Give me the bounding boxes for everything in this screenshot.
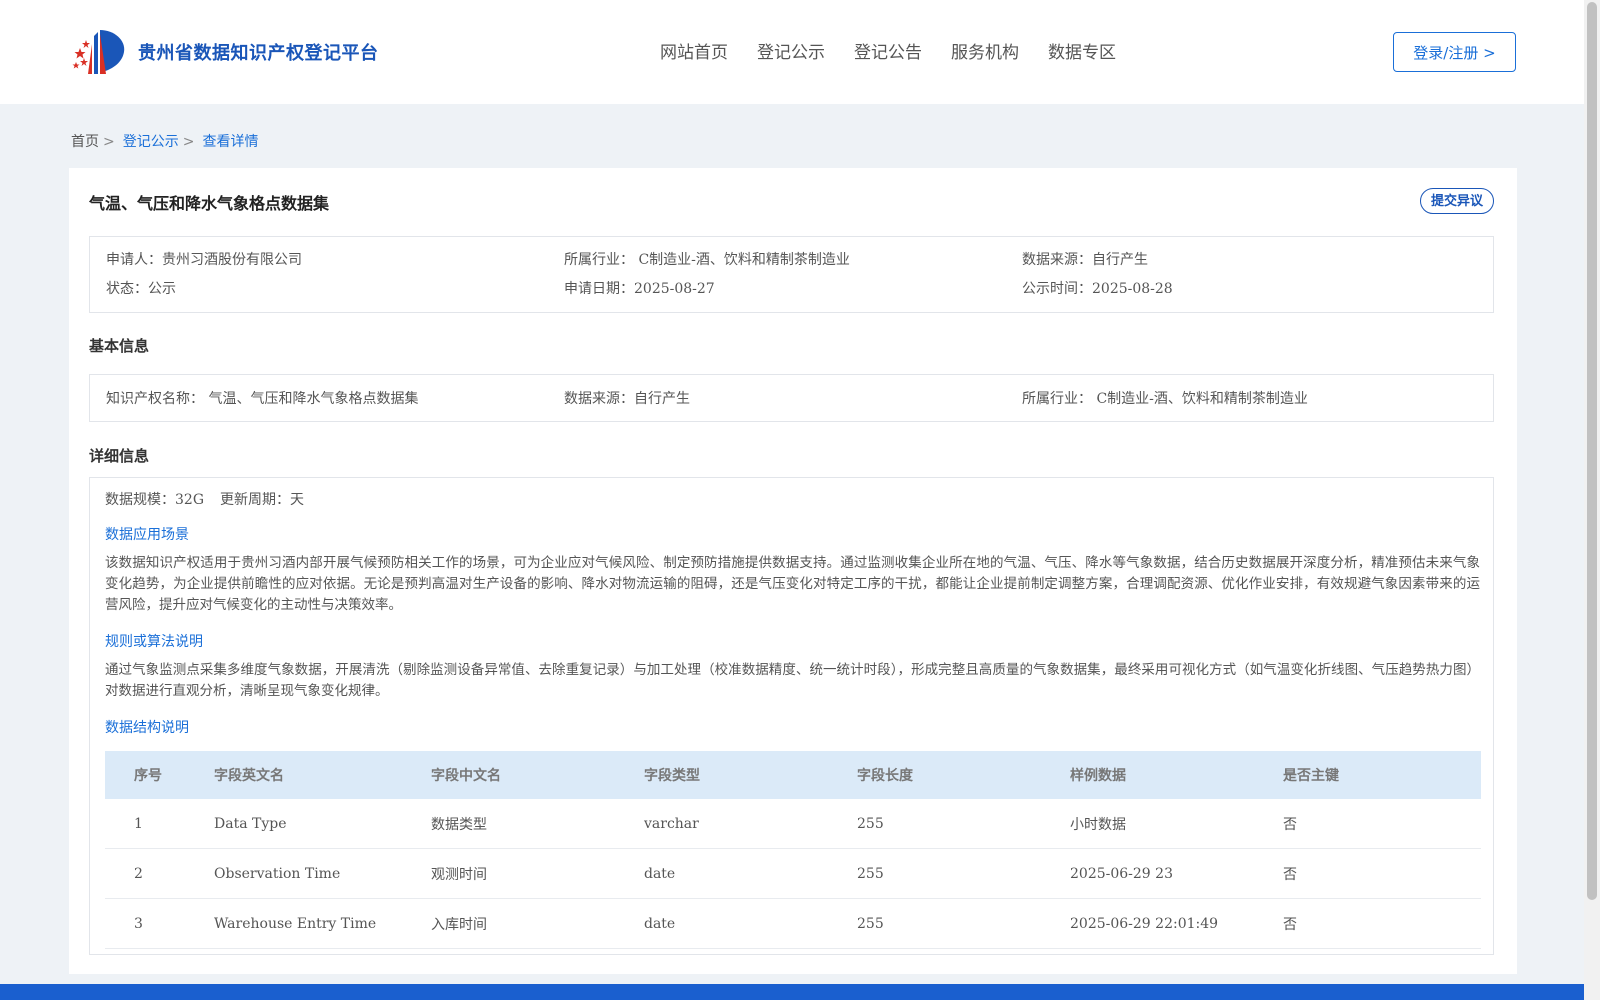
algorithm-text: 通过气象监测点采集多维度气象数据，开展清洗（剔除监测设备异常值、去除重复记录）与… <box>105 662 1480 699</box>
column-header-field-length: 字段长度 <box>856 751 1069 799</box>
page-scrollbar[interactable] <box>1584 0 1600 1000</box>
basic-industry-field: 所属行业： C制造业-酒、饮料和精制茶制造业 <box>1022 391 1308 407</box>
cell-sample-data: 小时数据 <box>1069 799 1282 849</box>
column-header-sample-data: 样例数据 <box>1069 751 1282 799</box>
ip-name-field: 知识产权名称： 气温、气压和降水气象格点数据集 <box>106 391 419 407</box>
column-header-field-type: 字段类型 <box>643 751 856 799</box>
data-structure-heading: 数据结构说明 <box>105 720 189 736</box>
cell-chinese-name: 观测时间 <box>430 848 643 899</box>
site-name: 贵州省数据知识产权登记平台 <box>138 43 379 64</box>
breadcrumb: 首页 > 登记公示 > 查看详情 <box>71 131 258 151</box>
cell-index: 3 <box>105 898 213 949</box>
cell-english-name: Warehouse Entry Time <box>213 898 430 949</box>
cell-primary-key: 否 <box>1282 898 1481 949</box>
cell-field-length: 255 <box>856 848 1069 899</box>
cell-primary-key: 否 <box>1282 848 1481 899</box>
nav-item-registration-publicity[interactable]: 登记公示 <box>757 38 825 63</box>
nav-item-service-agencies[interactable]: 服务机构 <box>951 38 1019 63</box>
data-structure-table: 序号 字段英文名 字段中文名 字段类型 字段长度 样例数据 是否主键 1 Dat… <box>105 751 1481 949</box>
cell-field-length: 255 <box>856 799 1069 849</box>
summary-box: 申请人：贵州习酒股份有限公司 所属行业： C制造业-酒、饮料和精制茶制造业 数据… <box>89 236 1494 313</box>
update-cycle-field: 更新周期：天 <box>220 492 304 508</box>
column-header-chinese-name: 字段中文名 <box>430 751 643 799</box>
table-header-row: 序号 字段英文名 字段中文名 字段类型 字段长度 样例数据 是否主键 <box>105 751 1481 799</box>
application-scene-heading: 数据应用场景 <box>105 527 189 543</box>
table-row: 3 Warehouse Entry Time 入库时间 date 255 202… <box>105 898 1481 949</box>
basic-info-box: 知识产权名称： 气温、气压和降水气象格点数据集 数据来源：自行产生 所属行业： … <box>89 374 1494 422</box>
column-header-index: 序号 <box>105 751 213 799</box>
breadcrumb-separator: > <box>182 134 195 150</box>
cell-english-name: Data Type <box>213 799 430 849</box>
scrollbar-thumb[interactable] <box>1587 2 1597 900</box>
status-field: 状态：公示 <box>106 281 176 297</box>
site-footer <box>0 984 1584 1000</box>
submit-objection-button[interactable]: 提交异议 <box>1420 188 1494 214</box>
apply-date-field: 申请日期：2025-08-27 <box>564 281 715 297</box>
detail-info-heading: 详细信息 <box>89 447 150 465</box>
algorithm-heading: 规则或算法说明 <box>105 634 203 650</box>
table-row: 1 Data Type 数据类型 varchar 255 小时数据 否 <box>105 799 1481 849</box>
login-register-button[interactable]: 登录/注册 > <box>1393 32 1516 72</box>
industry-field: 所属行业： C制造业-酒、饮料和精制茶制造业 <box>564 252 850 268</box>
site-header: 贵州省数据知识产权登记平台 网站首页 登记公示 登记公告 服务机构 数据专区 登… <box>0 0 1584 104</box>
breadcrumb-separator: > <box>103 134 115 150</box>
column-header-english-name: 字段英文名 <box>213 751 430 799</box>
basic-info-heading: 基本信息 <box>89 337 150 355</box>
breadcrumb-view-details: 查看详情 <box>202 134 259 150</box>
detail-info-box: 数据规模：32G 更新周期：天 数据应用场景 该数据知识产权适用于贵州习酒内部开… <box>89 477 1494 955</box>
nav-item-home[interactable]: 网站首页 <box>660 38 728 63</box>
detail-card: 气温、气压和降水气象格点数据集 提交异议 申请人：贵州习酒股份有限公司 所属行业… <box>69 168 1517 974</box>
logo-emblem-icon <box>72 30 125 74</box>
applicant-field: 申请人：贵州习酒股份有限公司 <box>106 252 302 268</box>
main-nav: 网站首页 登记公示 登记公告 服务机构 数据专区 <box>660 38 1145 63</box>
nav-item-registration-announcement[interactable]: 登记公告 <box>854 38 922 63</box>
breadcrumb-registration-publicity[interactable]: 登记公示 <box>123 134 179 150</box>
site-logo[interactable]: 贵州省数据知识产权登记平台 <box>70 26 379 78</box>
application-scene-text: 该数据知识产权适用于贵州习酒内部开展气候预防相关工作的场景，可为企业应对气候风险… <box>105 555 1480 613</box>
column-header-primary-key: 是否主键 <box>1282 751 1481 799</box>
cell-index: 1 <box>105 799 213 849</box>
data-scale-field: 数据规模：32G <box>105 492 204 508</box>
cell-sample-data: 2025-06-29 22:01:49 <box>1069 898 1282 949</box>
table-row: 2 Observation Time 观测时间 date 255 2025-06… <box>105 848 1481 899</box>
basic-data-source-field: 数据来源：自行产生 <box>564 391 690 407</box>
cell-primary-key: 否 <box>1282 799 1481 849</box>
cell-field-type: date <box>643 898 856 949</box>
data-source-field: 数据来源：自行产生 <box>1022 252 1148 268</box>
publish-date-field: 公示时间：2025-08-28 <box>1022 281 1173 297</box>
breadcrumb-home[interactable]: 首页 <box>71 134 99 150</box>
cell-chinese-name: 入库时间 <box>430 898 643 949</box>
cell-english-name: Observation Time <box>213 848 430 899</box>
nav-item-data-zone[interactable]: 数据专区 <box>1048 38 1116 63</box>
cell-field-type: varchar <box>643 799 856 849</box>
cell-field-type: date <box>643 848 856 899</box>
cell-sample-data: 2025-06-29 23 <box>1069 848 1282 899</box>
cell-field-length: 255 <box>856 898 1069 949</box>
cell-index: 2 <box>105 848 213 899</box>
cell-chinese-name: 数据类型 <box>430 799 643 849</box>
page-title: 气温、气压和降水气象格点数据集 <box>89 194 330 213</box>
